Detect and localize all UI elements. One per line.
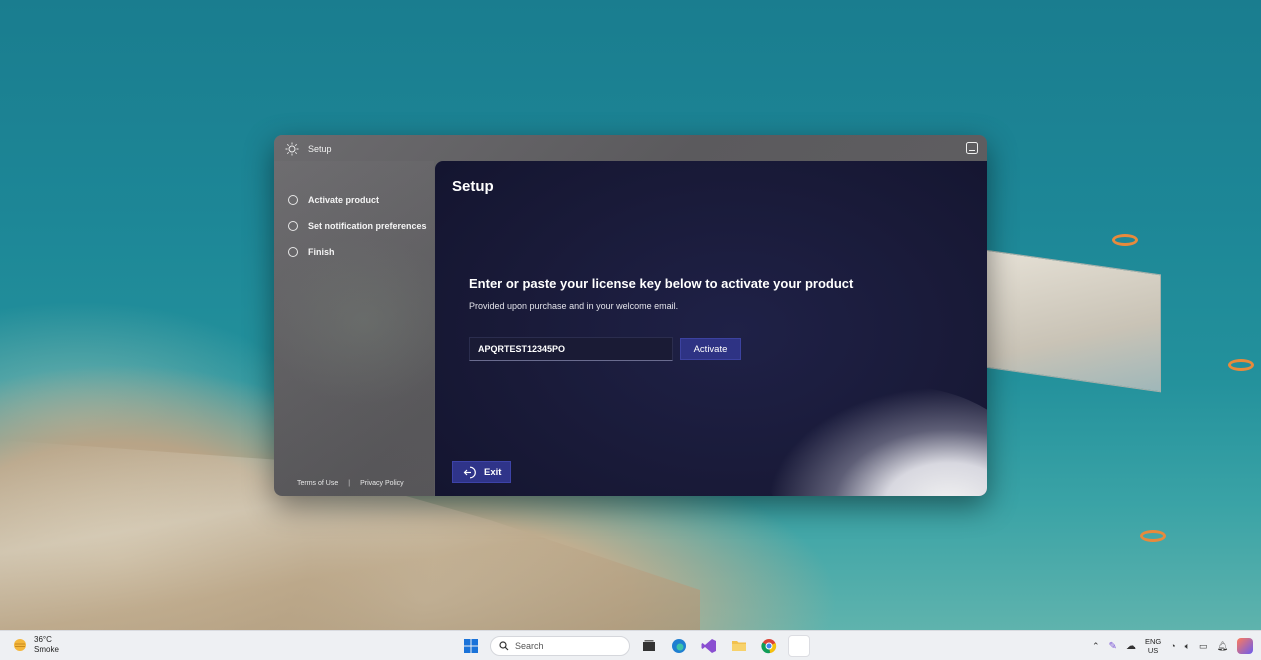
step-finish[interactable]: Finish [288,239,427,265]
copilot-icon[interactable] [1237,638,1253,654]
language-indicator[interactable]: ENG US [1145,637,1161,655]
taskbar-apps: Search [460,633,810,659]
system-tray: ⌃ ✎ ☁ ENG US ◔ 🔈︎ ▭ 🔔︎ [1092,634,1253,658]
chrome-app[interactable] [758,635,780,657]
exit-label: Exit [484,466,502,478]
step-notification-preferences[interactable]: Set notification preferences [288,213,427,239]
step-radio-icon [288,195,298,205]
windows-start-icon [464,639,478,653]
file-explorer-app[interactable] [728,635,750,657]
edge-icon [672,639,686,653]
license-key-input[interactable] [469,337,673,361]
notification-bell-icon[interactable]: 🔔︎ [1217,641,1228,652]
wallpaper-buoy [1140,530,1166,542]
window-title: Setup [308,144,332,154]
visual-studio-app[interactable] [698,635,720,657]
start-button[interactable] [460,635,482,657]
setup-sidebar: Activate product Set notification prefer… [274,161,434,496]
weather-temp: 36°C [34,635,52,644]
wallpaper-buoy [1228,359,1254,371]
step-radio-icon [288,221,298,231]
minimize-window-icon[interactable] [965,141,979,155]
step-activate-product[interactable]: Activate product [288,187,427,213]
exit-icon [463,466,476,478]
step-label: Finish [308,247,335,257]
search-icon [499,641,509,651]
folder-icon [732,641,746,651]
wifi-icon[interactable]: ◔ [1170,641,1175,651]
chrome-icon [761,639,777,654]
search-label: Search [515,641,544,651]
region-code: US [1147,646,1159,655]
active-app-button[interactable] [788,635,810,657]
step-label: Set notification preferences [308,221,427,231]
page-title: Setup [452,178,494,195]
window-titlebar[interactable]: Setup [274,135,987,161]
setup-main-panel: Setup Enter or paste your license key be… [435,161,987,496]
step-radio-icon [288,247,298,257]
cloud-off-icon[interactable]: ☁ [1126,641,1136,652]
weather-desc: Smoke [34,645,59,654]
edge-app[interactable] [668,635,690,657]
license-heading: Enter or paste your license key below to… [469,276,854,291]
visual-studio-icon [701,639,716,653]
step-label: Activate product [308,195,380,205]
activate-button[interactable]: Activate [680,338,741,360]
license-subheading: Provided upon purchase and in your welco… [469,301,679,311]
weather-widget[interactable]: 36°C Smoke [12,635,59,655]
terms-of-use-link[interactable]: Terms of Use [297,480,338,487]
pen-icon[interactable]: ✎ [1109,641,1117,652]
exit-button[interactable]: Exit [452,461,511,483]
footer-links: Terms of Use | Privacy Policy [297,480,404,487]
task-view-icon [643,640,655,651]
setup-window: Setup Activate product Set notification … [274,135,987,496]
wallpaper-buoy [1112,234,1138,246]
footer-separator: | [348,480,351,487]
chevron-up-icon[interactable]: ⌃ [1092,641,1100,652]
smoke-weather-icon [14,639,26,651]
taskbar: 36°C Smoke Search ⌃ ✎ ☁ ENG US ◔ 🔈︎ ▭ 🔔︎ [0,630,1261,660]
task-view-button[interactable] [638,635,660,657]
language-code: ENG [1144,637,1162,646]
decorative-wave [767,386,987,496]
wallpaper-dock [985,249,1161,393]
sun-icon [285,142,299,156]
taskbar-search[interactable]: Search [490,636,630,656]
volume-icon[interactable]: 🔈︎ [1185,641,1190,652]
step-list: Activate product Set notification prefer… [288,187,427,265]
battery-icon[interactable]: ▭ [1199,641,1208,652]
privacy-policy-link[interactable]: Privacy Policy [360,480,404,487]
